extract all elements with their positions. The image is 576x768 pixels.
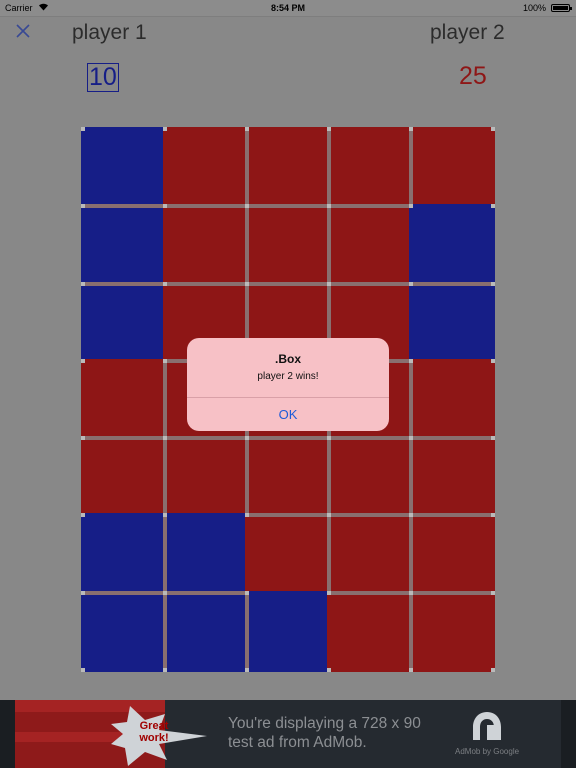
ad-text: You're displaying a 728 x 90 test ad fro…: [228, 715, 421, 751]
admob-logo-icon: [473, 712, 501, 740]
status-bar: Carrier 8:54 PM 100%: [0, 0, 576, 16]
alert-title: .Box: [274, 352, 301, 366]
ad-graphic: [15, 700, 207, 768]
status-time: 8:54 PM: [270, 3, 305, 13]
ad-brand: AdMob by Google: [455, 747, 520, 756]
battery-percent: 100%: [522, 3, 546, 13]
ad-banner[interactable]: Great work! You're displaying a 728 x 90…: [0, 700, 576, 768]
alert-message: player 2 wins!: [257, 371, 319, 382]
alert-dialog: .Box player 2 wins! OK: [187, 338, 389, 431]
ad-badge-text: Great work!: [139, 720, 169, 744]
ok-button[interactable]: OK: [187, 398, 389, 431]
battery-icon: [551, 4, 572, 12]
